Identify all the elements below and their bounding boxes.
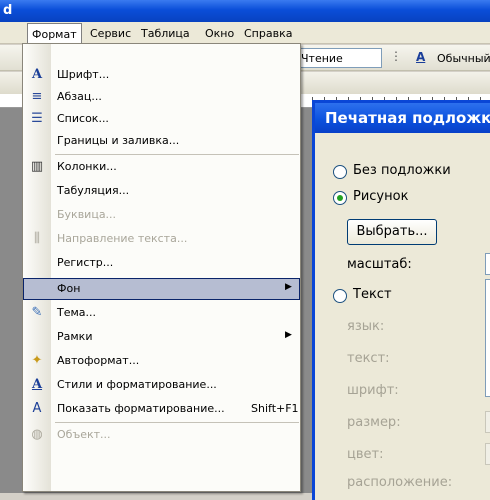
text-direction-icon: ⫼ (34, 231, 40, 246)
menu-item-styles[interactable]: A Стили и форматирование... (23, 374, 300, 396)
color-label: цвет: (347, 447, 384, 462)
menu-item-list[interactable]: ☰ Список... (23, 108, 300, 130)
menu-item-dropcap: Буквица... (57, 208, 117, 221)
submenu-arrow-icon: ▶ (285, 330, 292, 340)
watermark-dialog: Печатная подложка Без подложки Рисунок В… (312, 100, 490, 500)
menu-item-autoformat[interactable]: ✦ Автоформат... (23, 350, 300, 372)
menu-item-theme[interactable]: ✎ Тема... (23, 302, 300, 324)
autoformat-icon: ✦ (31, 353, 43, 368)
menu-item-frames[interactable]: Рамки ▶ (23, 326, 300, 348)
theme-icon: ✎ (31, 305, 43, 320)
color-field[interactable] (485, 443, 490, 465)
object-icon: ◍ (31, 427, 43, 442)
menu-help[interactable]: Справка (244, 27, 292, 40)
picture-radio[interactable] (333, 191, 347, 205)
menu-tools[interactable]: Сервис (90, 27, 131, 40)
size-field[interactable] (485, 411, 490, 433)
font-a-icon: A (31, 67, 43, 82)
menu-item-paragraph[interactable]: ≡ Абзац... (23, 86, 300, 108)
list-icon: ☰ (31, 111, 43, 126)
text-radio[interactable] (333, 289, 347, 303)
no-watermark-radio[interactable] (333, 165, 347, 179)
menu-item-object: ◍ Объект... (23, 424, 300, 446)
menu-item-reveal-formatting[interactable]: A Показать форматирование... Shift+F1 (23, 398, 300, 420)
text-options-list[interactable] (485, 279, 490, 397)
menu-window[interactable]: Окно (205, 27, 234, 40)
menu-item-background[interactable]: Фон ▶ (23, 278, 300, 300)
styles-icon: A (31, 377, 43, 392)
menu-item-case[interactable]: Регистр... (23, 252, 300, 274)
dialog-title: Печатная подложка (315, 103, 490, 133)
choose-picture-button[interactable]: Выбрать... (347, 219, 437, 245)
no-watermark-label: Без подложки (353, 163, 451, 178)
menu-item-borders[interactable]: Границы и заливка... (23, 130, 300, 152)
menu-item-text-direction: ⫼ Направление текста... (23, 228, 300, 250)
view-combo[interactable]: Чтение (296, 48, 382, 68)
style-combo[interactable]: Обычный (432, 48, 490, 68)
menu-item-columns[interactable]: ▥ Колонки... (23, 156, 300, 178)
scale-label: масштаб: (347, 257, 412, 272)
paragraph-icon: ≡ (31, 89, 43, 104)
font-label: шрифт: (347, 383, 399, 398)
menu-item-font[interactable]: A Шрифт... (23, 64, 300, 86)
menu-table[interactable]: Таблица (141, 27, 190, 40)
text-label: текст: (347, 351, 390, 366)
window-title: d (3, 3, 13, 18)
layout-label: расположение: (347, 475, 453, 490)
language-label: язык: (347, 319, 385, 334)
picture-label: Рисунок (353, 189, 409, 204)
reveal-format-icon: A (32, 401, 42, 416)
scale-field[interactable] (485, 253, 490, 275)
submenu-arrow-icon: ▶ (285, 282, 292, 292)
title-bar: d (0, 0, 490, 22)
menu-item-tabs[interactable]: Табуляция... (23, 180, 300, 202)
toolbar-grip-icon: ⋮ (390, 49, 402, 63)
menu-format[interactable]: Формат (27, 23, 82, 44)
size-label: размер: (347, 415, 401, 430)
format-menu: A Шрифт... ≡ Абзац... ☰ Список... Границ… (22, 43, 301, 492)
text-option-label: Текст (353, 287, 392, 302)
menu-bar: Формат Сервис Таблица Окно Справка (0, 22, 490, 44)
columns-icon: ▥ (30, 159, 44, 174)
styles-pane-icon[interactable]: A (416, 50, 425, 64)
